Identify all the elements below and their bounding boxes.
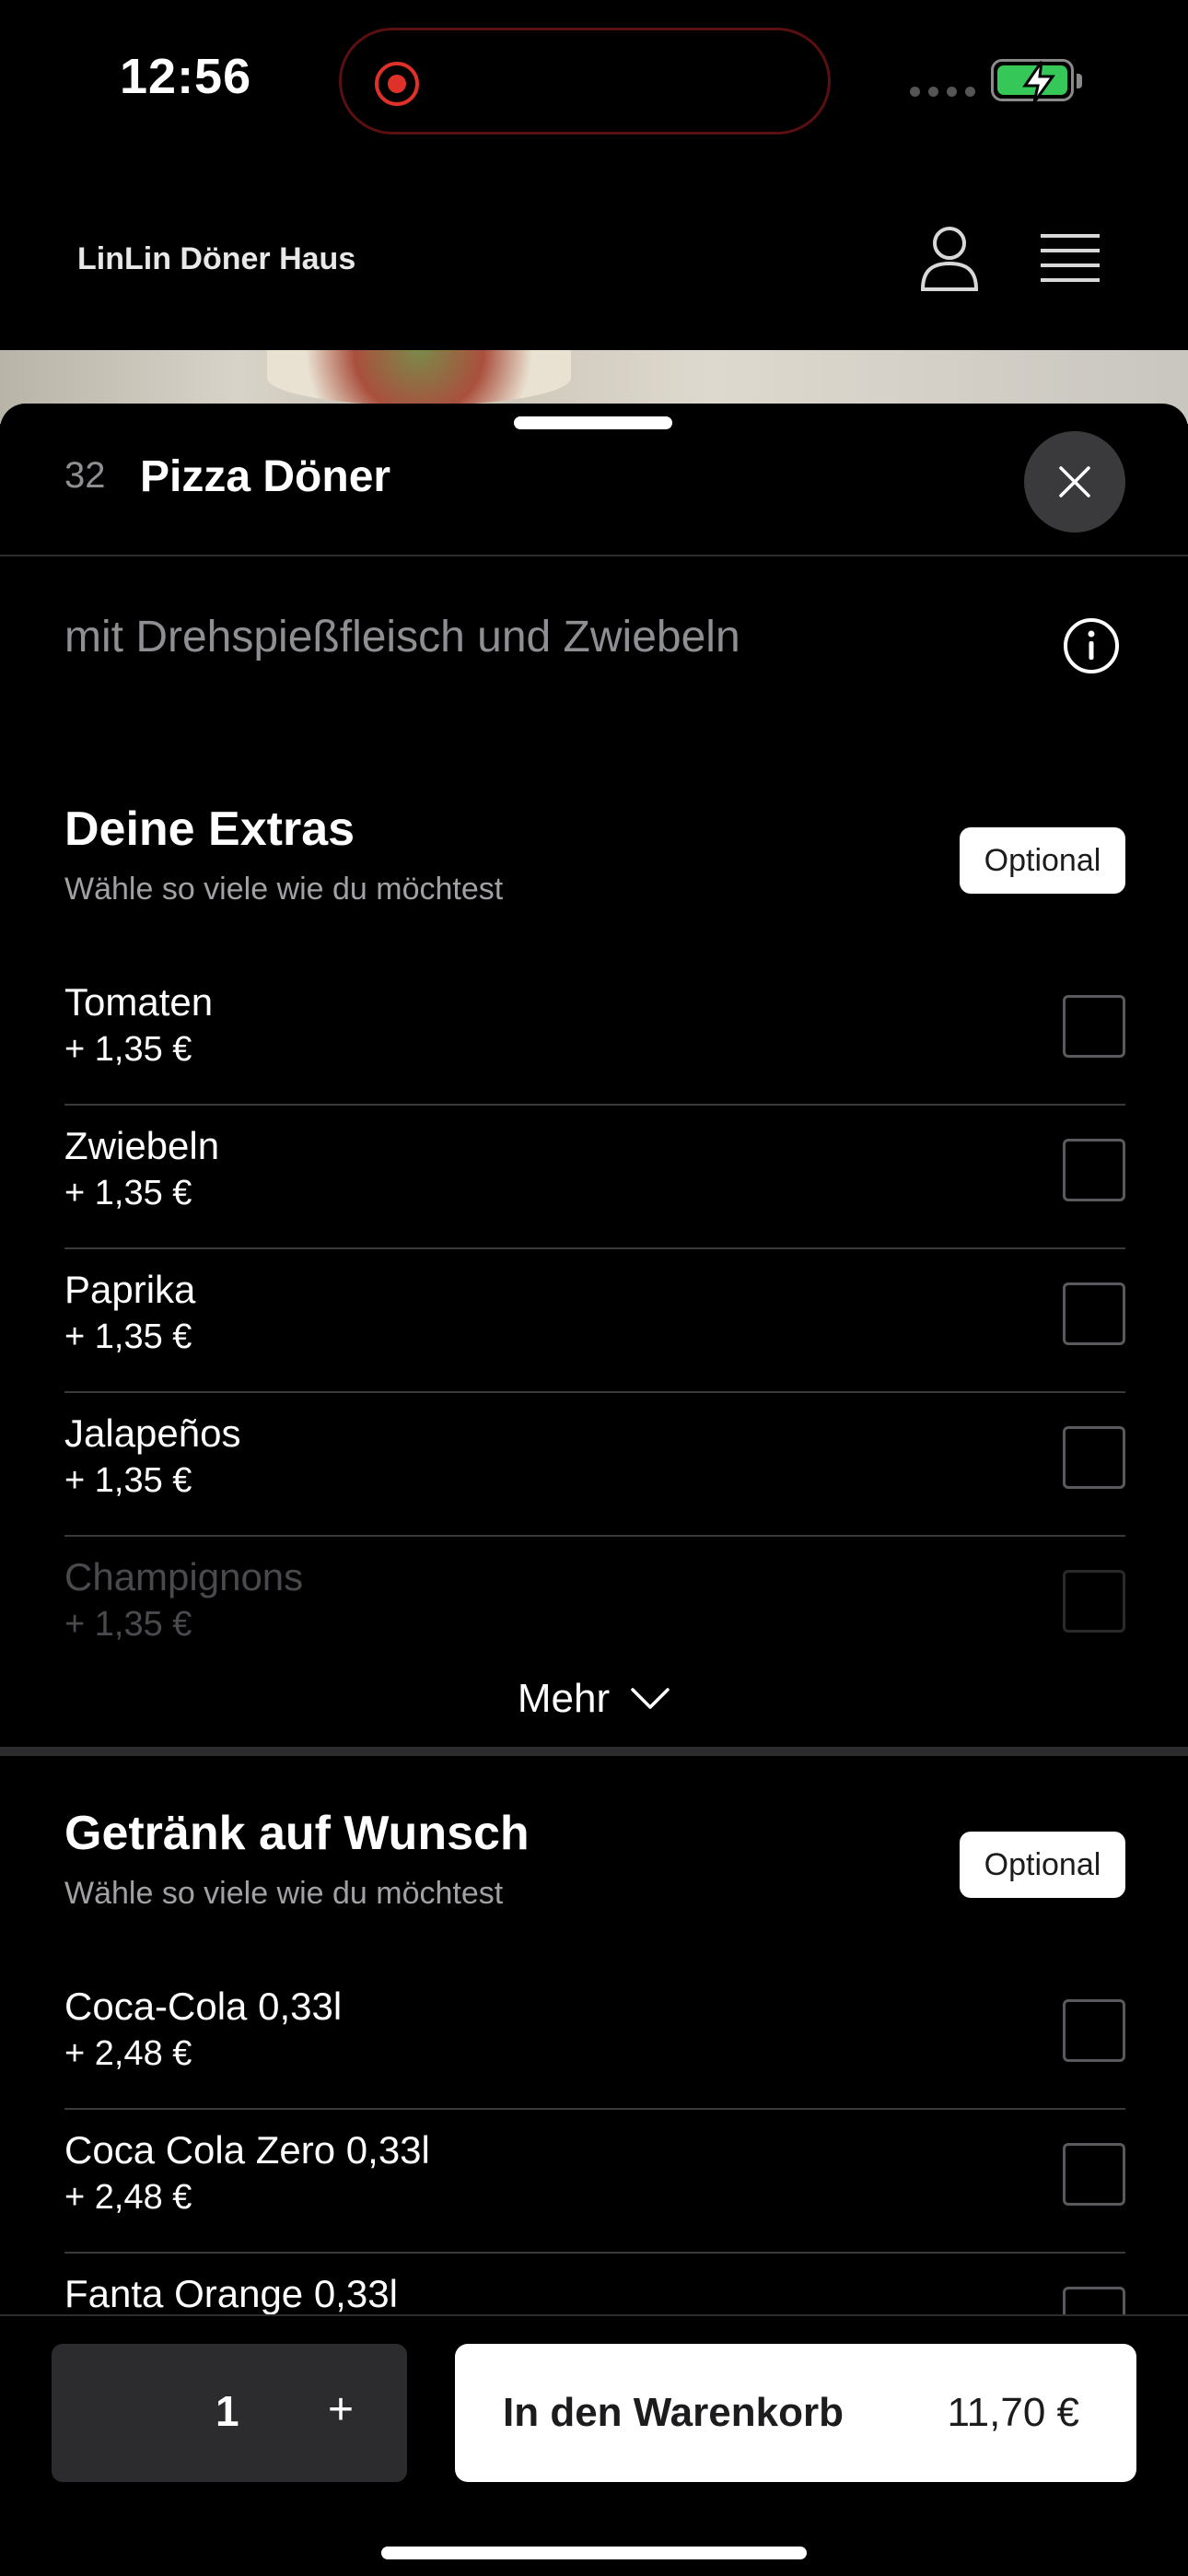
drinks-title: Getränk auf Wunsch bbox=[64, 1807, 530, 1860]
extras-title: Deine Extras bbox=[64, 802, 355, 856]
info-icon[interactable] bbox=[1063, 617, 1120, 674]
extras-subtitle: Wähle so viele wie du möchtest bbox=[64, 872, 504, 907]
option-price: + 1,35 € bbox=[64, 1461, 192, 1500]
section-divider bbox=[0, 1747, 1188, 1756]
option-checkbox[interactable] bbox=[1063, 1282, 1125, 1345]
option-checkbox[interactable] bbox=[1063, 1999, 1125, 2062]
menu-icon[interactable] bbox=[1041, 232, 1100, 284]
extra-option-row[interactable]: Tomaten + 1,35 € bbox=[64, 962, 1125, 1106]
option-price: + 1,35 € bbox=[64, 1030, 192, 1069]
add-to-cart-button[interactable]: In den Warenkorb 11,70 € bbox=[455, 2344, 1136, 2482]
home-indicator[interactable] bbox=[381, 2547, 807, 2559]
option-name: Zwiebeln bbox=[64, 1124, 220, 1167]
drink-option-row[interactable]: Coca-Cola 0,33l + 2,48 € bbox=[64, 1966, 1125, 2110]
option-price: + 1,35 € bbox=[64, 1605, 192, 1644]
item-description: mit Drehspießfleisch und Zwiebeln bbox=[64, 613, 740, 662]
battery-icon bbox=[991, 59, 1082, 103]
close-icon bbox=[1059, 466, 1090, 498]
option-price: + 2,48 € bbox=[64, 2034, 192, 2073]
option-name: Jalapeños bbox=[64, 1411, 241, 1455]
option-checkbox[interactable] bbox=[1063, 1570, 1125, 1633]
option-checkbox[interactable] bbox=[1063, 2143, 1125, 2206]
chevron-down-icon bbox=[631, 1688, 670, 1709]
item-header: 32 Pizza Döner bbox=[0, 404, 1188, 556]
app-header: LinLin Döner Haus bbox=[0, 175, 1188, 350]
option-name: Champignons bbox=[64, 1555, 304, 1598]
recording-icon bbox=[375, 62, 419, 106]
signal-icon bbox=[910, 87, 975, 97]
drinks-optional-badge: Optional bbox=[960, 1832, 1125, 1898]
option-name: Coca-Cola 0,33l bbox=[64, 1985, 343, 2028]
item-sheet: 32 Pizza Döner mit Drehspießfleisch und … bbox=[0, 404, 1188, 2576]
option-price: + 2,48 € bbox=[64, 2178, 192, 2217]
show-more-button[interactable]: Mehr bbox=[0, 1662, 1188, 1736]
drink-option-row[interactable]: Coca Cola Zero 0,33l + 2,48 € bbox=[64, 2110, 1125, 2254]
extra-option-row[interactable]: Jalapeños + 1,35 € bbox=[64, 1393, 1125, 1537]
item-title: Pizza Döner bbox=[140, 452, 391, 501]
option-name: Fanta Orange 0,33l bbox=[64, 2272, 398, 2315]
option-checkbox[interactable] bbox=[1063, 1426, 1125, 1489]
show-more-label: Mehr bbox=[517, 1676, 611, 1721]
option-price: + 1,35 € bbox=[64, 1174, 192, 1212]
increment-button[interactable]: + bbox=[328, 2384, 354, 2435]
total-price: 11,70 € bbox=[947, 2390, 1079, 2435]
quantity-value: 1 bbox=[215, 2387, 239, 2435]
quantity-stepper[interactable]: 1 + bbox=[52, 2344, 407, 2482]
extras-optional-badge: Optional bbox=[960, 827, 1125, 894]
status-bar: 12:56 bbox=[0, 0, 1188, 157]
extra-option-row[interactable]: Champignons + 1,35 € bbox=[64, 1537, 1125, 1680]
close-button[interactable] bbox=[1024, 431, 1125, 533]
clock: 12:56 bbox=[120, 49, 252, 104]
option-price: + 1,35 € bbox=[64, 1317, 192, 1356]
option-name: Paprika bbox=[64, 1268, 196, 1311]
add-to-cart-label: In den Warenkorb bbox=[503, 2390, 844, 2435]
extra-option-row[interactable]: Zwiebeln + 1,35 € bbox=[64, 1106, 1125, 1249]
extra-option-row[interactable]: Paprika + 1,35 € bbox=[64, 1249, 1125, 1393]
dynamic-island bbox=[339, 28, 831, 135]
bottom-action-bar: 1 + In den Warenkorb 11,70 € bbox=[0, 2314, 1188, 2576]
drinks-subtitle: Wähle so viele wie du möchtest bbox=[64, 1876, 504, 1911]
option-checkbox[interactable] bbox=[1063, 995, 1125, 1058]
user-icon[interactable] bbox=[917, 225, 982, 293]
option-name: Coca Cola Zero 0,33l bbox=[64, 2128, 430, 2172]
item-number: 32 bbox=[64, 455, 106, 496]
option-name: Tomaten bbox=[64, 980, 214, 1024]
restaurant-name[interactable]: LinLin Döner Haus bbox=[77, 241, 355, 277]
option-checkbox[interactable] bbox=[1063, 1139, 1125, 1201]
